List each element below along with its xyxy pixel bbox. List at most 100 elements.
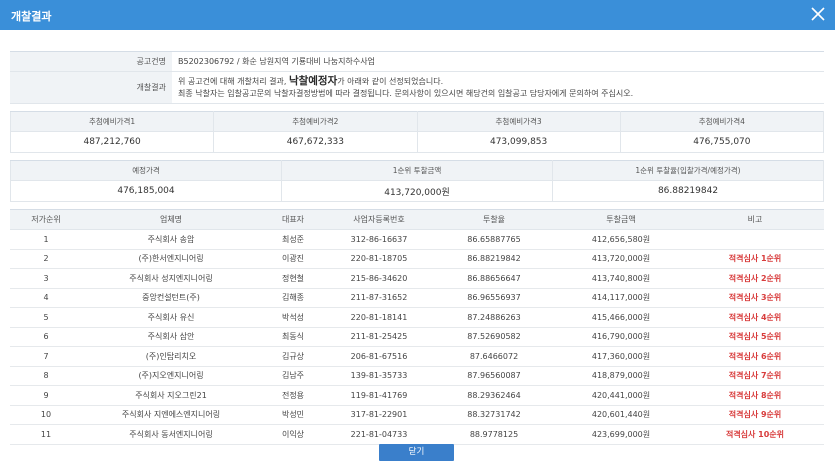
- remark-cell: 적격심사 10순위: [686, 424, 824, 445]
- top-bid-rate-value: 86.88219842: [552, 180, 824, 202]
- remark-cell: 적격심사 9순위: [686, 405, 824, 425]
- rank-cell: 6: [10, 327, 82, 347]
- table-row: 2 (주)한서엔지니어링 이광진 220-81-18705 86.88219842 413…: [10, 249, 824, 269]
- biz-reg-no-cell: 119-81-41769: [326, 385, 432, 406]
- ceo-cell: 이광진: [260, 249, 326, 269]
- bid-rate-cell: 88.9778125: [432, 424, 556, 445]
- bid-results-table: 저가순위 업체명 대표자 사업자등록번호 투찰율 투찰금액 비고 1 주식회사 송암 최성준 31…: [10, 209, 824, 445]
- top-bid-amount-value: 413,720,000원: [281, 180, 553, 202]
- company-cell: 중앙컨설턴트(주): [82, 288, 260, 308]
- rank-cell: 1: [10, 229, 82, 250]
- biz-reg-no-cell: 312-86-16637: [326, 229, 432, 250]
- reserve-price-label: 추첨예비가격2: [213, 111, 418, 132]
- rank-cell: 3: [10, 268, 82, 289]
- close-icon[interactable]: [810, 6, 826, 22]
- bid-rate-cell: 88.29362464: [432, 385, 556, 406]
- table-row: 3 주식회사 성지엔지니어링 정현철 215-86-34620 86.88656647 4…: [10, 268, 824, 289]
- company-cell: 주식회사 동서엔지니어링: [82, 424, 260, 445]
- column-header: 업체명: [82, 209, 260, 230]
- notice-info-table: 공고건명 B5202306792 / 화순 남원지역 기룡대비 나눔지하수사업 …: [10, 51, 824, 104]
- ceo-cell: 정현철: [260, 268, 326, 289]
- estimated-price-label: 예정가격: [10, 160, 282, 181]
- ceo-cell: 전정용: [260, 385, 326, 406]
- rank-cell: 5: [10, 307, 82, 328]
- bid-rate-cell: 86.88656647: [432, 268, 556, 289]
- reserve-price-value: 476,755,070: [620, 131, 825, 153]
- close-button[interactable]: 닫기: [379, 444, 454, 461]
- bid-amount-cell: 416,790,000원: [556, 327, 686, 347]
- biz-reg-no-cell: 206-81-67516: [326, 346, 432, 367]
- remark-cell: 적격심사 4순위: [686, 307, 824, 328]
- bid-rate-cell: 86.65887765: [432, 229, 556, 250]
- rank-cell: 10: [10, 405, 82, 425]
- company-cell: 주식회사 성지엔지니어링: [82, 268, 260, 289]
- remark-cell: 적격심사 6순위: [686, 346, 824, 367]
- biz-reg-no-cell: 211-81-25425: [326, 327, 432, 347]
- remark-cell: 적격심사 8순위: [686, 385, 824, 406]
- company-cell: 주식회사 지오그린21: [82, 385, 260, 406]
- biz-reg-no-cell: 221-81-04733: [326, 424, 432, 445]
- column-header: 대표자: [260, 209, 326, 230]
- dialog-titlebar: 개찰결과: [0, 0, 835, 30]
- bid-amount-cell: 414,117,000원: [556, 288, 686, 308]
- column-header: 투찰율: [432, 209, 556, 230]
- rank-cell: 2: [10, 249, 82, 269]
- bid-amount-cell: 412,656,580원: [556, 229, 686, 250]
- table-row: 4 중앙컨설턴트(주) 김해종 211-87-31652 86.96556937 414,…: [10, 288, 824, 308]
- ceo-cell: 박석성: [260, 307, 326, 328]
- column-header: 저가순위: [10, 209, 82, 230]
- ceo-cell: 최성준: [260, 229, 326, 250]
- table-row: 7 (주)인탑리치오 김규상 206-81-67516 87.6466072 417,36…: [10, 346, 824, 367]
- result-line1-pre: 위 공고건에 대해 개찰처리 결과,: [178, 77, 287, 86]
- result-line2: 최종 낙찰자는 입찰공고문의 낙찰자결정방법에 따라 결정됩니다. 문의사항이 …: [178, 89, 634, 98]
- biz-reg-no-cell: 211-87-31652: [326, 288, 432, 308]
- bid-rate-cell: 86.88219842: [432, 249, 556, 269]
- company-cell: (주)한서엔지니어링: [82, 249, 260, 269]
- biz-reg-no-cell: 139-81-35733: [326, 366, 432, 386]
- remark-cell: 적격심사 5순위: [686, 327, 824, 347]
- biz-reg-no-cell: 215-86-34620: [326, 268, 432, 289]
- winner-highlight: 낙찰예정자: [288, 75, 338, 87]
- rank-cell: 4: [10, 288, 82, 308]
- summary-table: 예정가격 1순위 투찰금액 1순위 투찰율(입찰가격/예정가격) 476,185…: [10, 160, 824, 202]
- reserve-price-value: 467,672,333: [213, 131, 418, 153]
- result-label: 개찰결과: [10, 71, 172, 104]
- rank-cell: 9: [10, 385, 82, 406]
- notice-name-label: 공고건명: [10, 51, 172, 72]
- bid-amount-cell: 418,879,000원: [556, 366, 686, 386]
- table-row: 11 주식회사 동서엔지니어링 이익상 221-81-04733 88.9778125 4…: [10, 424, 824, 445]
- company-cell: 주식회사 삼안: [82, 327, 260, 347]
- table-row: 1 주식회사 송암 최성준 312-86-16637 86.65887765 412,65…: [10, 229, 824, 250]
- bid-amount-cell: 413,740,800원: [556, 268, 686, 289]
- dialog-title: 개찰결과: [11, 10, 52, 23]
- table-row: 8 (주)지오엔지니어링 김남주 139-81-35733 87.96560087 418…: [10, 366, 824, 386]
- bid-rate-cell: 86.96556937: [432, 288, 556, 308]
- table-row: 10 주식회사 지엔에스엔지니어링 박성민 317-81-22901 88.327317…: [10, 405, 824, 425]
- top-bid-amount-label: 1순위 투찰금액: [281, 160, 553, 181]
- table-row: 6 주식회사 삼안 최동식 211-81-25425 87.52690582 416,79…: [10, 327, 824, 347]
- ceo-cell: 김남주: [260, 366, 326, 386]
- biz-reg-no-cell: 220-81-18705: [326, 249, 432, 269]
- reserve-price-label: 추첨예비가격3: [417, 111, 621, 132]
- bid-rate-cell: 88.32731742: [432, 405, 556, 425]
- rank-cell: 7: [10, 346, 82, 367]
- reserve-price-label: 추첨예비가격1: [10, 111, 215, 132]
- column-header: 투찰금액: [556, 209, 686, 230]
- bid-amount-cell: 417,360,000원: [556, 346, 686, 367]
- reserve-price-value: 473,099,853: [417, 131, 621, 153]
- bid-amount-cell: 413,720,000원: [556, 249, 686, 269]
- table-header-row: 저가순위 업체명 대표자 사업자등록번호 투찰율 투찰금액 비고: [10, 209, 824, 230]
- remark-cell: 적격심사 2순위: [686, 268, 824, 289]
- bid-amount-cell: 420,441,000원: [556, 385, 686, 406]
- remark-cell: [686, 229, 824, 250]
- bid-rate-cell: 87.24886263: [432, 307, 556, 328]
- result-line1-post: 가 아래와 같이 선정되었습니다.: [337, 77, 444, 86]
- company-cell: 주식회사 지엔에스엔지니어링: [82, 405, 260, 425]
- rank-cell: 8: [10, 366, 82, 386]
- ceo-cell: 박성민: [260, 405, 326, 425]
- bid-rate-cell: 87.96560087: [432, 366, 556, 386]
- bid-amount-cell: 420,601,440원: [556, 405, 686, 425]
- estimated-price-value: 476,185,004: [10, 180, 282, 202]
- column-header: 사업자등록번호: [326, 209, 432, 230]
- remark-cell: 적격심사 3순위: [686, 288, 824, 308]
